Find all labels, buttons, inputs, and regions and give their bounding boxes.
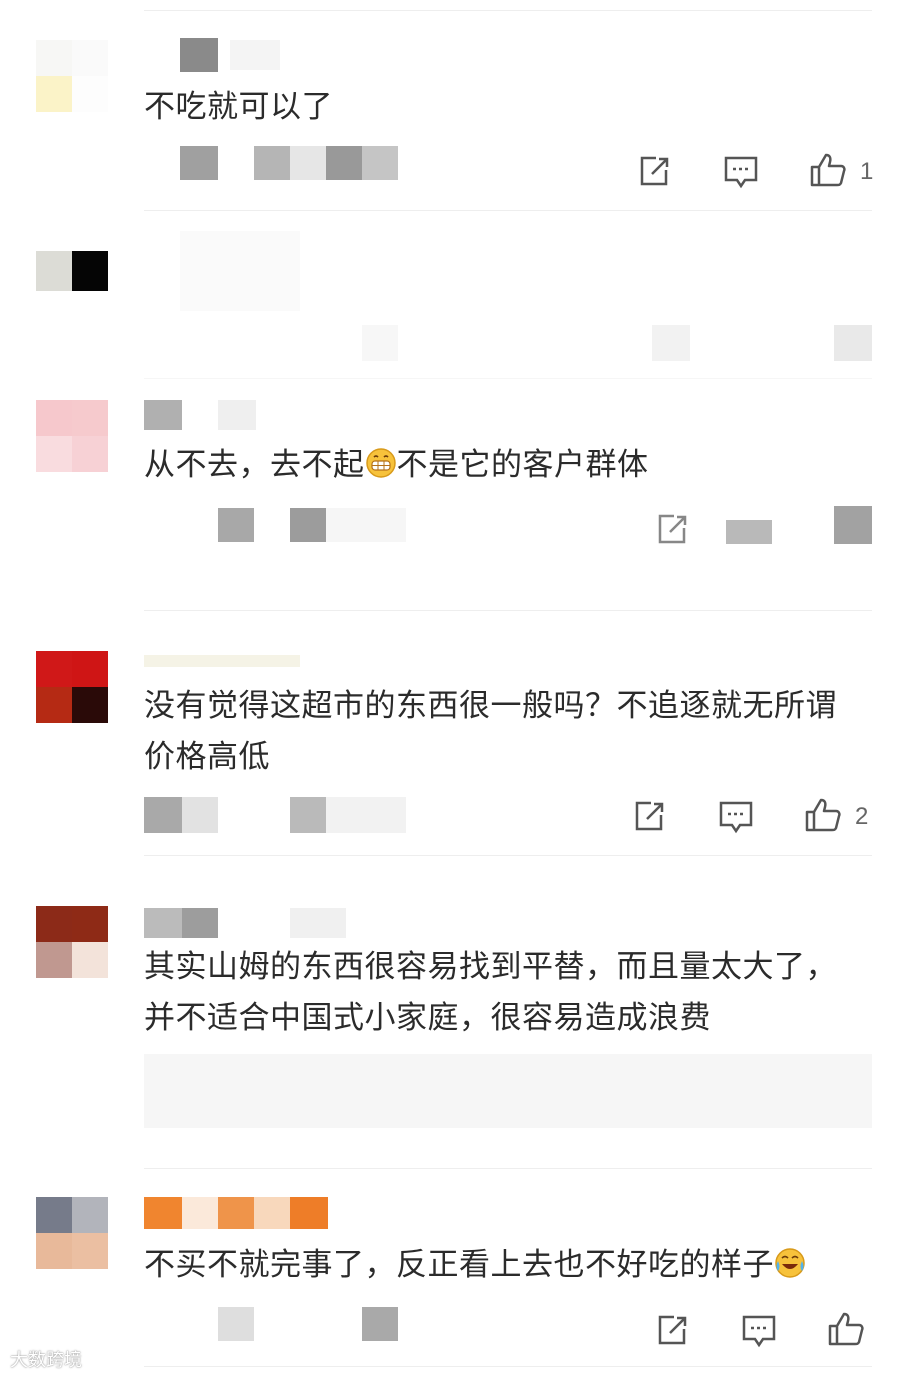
comment-text-part: 不买不就完事了，反正看上去也不好吃的样子	[144, 1247, 774, 1283]
username	[290, 908, 346, 938]
username[interactable]	[144, 400, 182, 430]
reply-preview[interactable]	[144, 1054, 872, 1128]
laugh-cry-emoji	[774, 1244, 806, 1278]
comment-divider	[144, 378, 872, 379]
avatar[interactable]	[36, 906, 108, 978]
location	[362, 146, 398, 180]
like-icon[interactable]	[803, 795, 843, 835]
blurred-content	[652, 325, 690, 361]
timestamp	[180, 146, 218, 180]
timestamp	[182, 797, 218, 833]
share-icon[interactable]	[629, 797, 669, 837]
like-icon[interactable]	[826, 1309, 866, 1349]
avatar[interactable]	[36, 400, 108, 472]
username	[182, 908, 218, 938]
comment-icon[interactable]	[739, 1311, 779, 1351]
location	[290, 797, 326, 833]
location	[326, 146, 362, 180]
blurred-content	[180, 231, 300, 311]
comment-text: 没有觉得这超市的东西很一般吗？不追逐就无所谓价格高低	[144, 688, 837, 775]
grin-emoji	[365, 444, 397, 478]
comment-text-part: 从不去，去不起	[144, 447, 365, 483]
avatar[interactable]	[36, 1197, 108, 1269]
share-icon[interactable]	[634, 152, 674, 192]
comment-text-part: 不是它的客户群体	[396, 447, 649, 483]
location	[326, 797, 406, 833]
avatar[interactable]	[36, 651, 108, 723]
username	[218, 1197, 254, 1229]
comment-item-6: 不买不就完事了，反正看上去也不好吃的样子	[0, 1169, 900, 1375]
like-icon[interactable]	[834, 506, 872, 544]
like-icon[interactable]	[808, 150, 848, 190]
blurred-content	[362, 325, 398, 361]
location	[326, 508, 406, 542]
comment-item-5: 其实山姆的东西很容易找到平替，而且量太大了，并不适合中国式小家庭，很容易造成浪费	[0, 856, 900, 1168]
watermark-logo: 大数跨境	[10, 1350, 82, 1371]
like-count: 2	[855, 803, 869, 830]
comment-icon[interactable]	[721, 152, 761, 192]
blurred-content	[834, 325, 872, 361]
location	[362, 1307, 398, 1341]
comment-text: 从不去，去不起 不是它的客户群体	[144, 440, 864, 491]
username	[290, 1197, 328, 1229]
share-icon[interactable]	[652, 510, 692, 550]
username	[218, 400, 256, 430]
comment-item-3: 从不去，去不起 不是它的客户群体	[0, 380, 900, 610]
share-icon[interactable]	[652, 1311, 692, 1351]
comment-text: 其实山姆的东西很容易找到平替，而且量太大了，并不适合中国式小家庭，很容易造成浪费	[144, 949, 837, 1036]
username[interactable]	[144, 1197, 182, 1229]
avatar[interactable]	[36, 251, 108, 291]
bottom-divider	[144, 1366, 872, 1367]
username	[254, 1197, 290, 1229]
comment-icon[interactable]	[726, 520, 772, 544]
username	[230, 40, 280, 70]
comment-icon[interactable]	[716, 797, 756, 837]
location	[290, 146, 326, 180]
username[interactable]	[180, 38, 218, 72]
username[interactable]	[144, 908, 182, 938]
location	[254, 146, 290, 180]
avatar[interactable]	[36, 40, 108, 112]
username	[182, 1197, 218, 1229]
like-count: 1	[860, 158, 874, 185]
location	[290, 508, 326, 542]
timestamp	[218, 1307, 254, 1341]
comment-item-4: 没有觉得这超市的东西很一般吗？不追逐就无所谓价格高低 2	[0, 611, 900, 855]
username[interactable]	[144, 655, 300, 667]
comment-item-2	[0, 211, 900, 391]
timestamp	[218, 508, 254, 542]
comment-item-1: 不吃就可以了 1	[0, 0, 900, 210]
comment-text: 不吃就可以了	[144, 89, 333, 125]
timestamp	[144, 797, 182, 833]
comment-text: 不买不就完事了，反正看上去也不好吃的样子	[144, 1240, 864, 1291]
